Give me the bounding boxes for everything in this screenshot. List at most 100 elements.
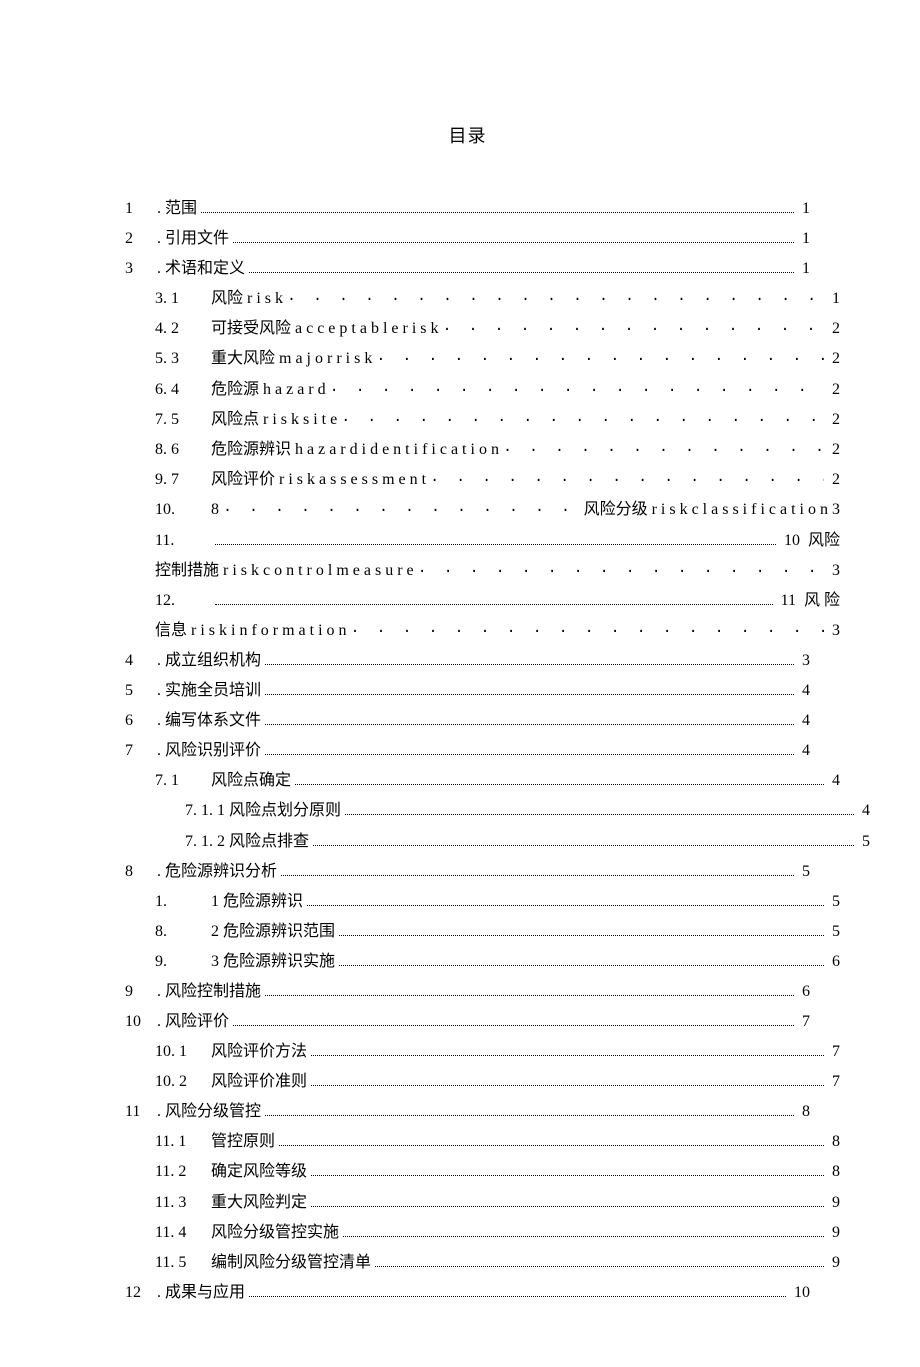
toc-page-number: 9 [828,1188,840,1218]
toc-page-number: 1 [828,284,840,314]
toc-entry: 8. 危险源辨识分析5 [125,857,810,887]
toc-label: 风险评价 r i s k a s s e s s m e n t [211,465,426,495]
toc-leader [339,920,824,935]
toc-entry: 1. 范围1 [125,194,810,224]
toc-leader [223,497,580,525]
toc-leader [265,1101,794,1116]
toc-entry: 7. 1. 1 风险点划分原则4 [125,796,870,826]
toc-page-number: 2 [828,405,840,435]
toc-entry: 9. 风险控制措施 6 [125,977,810,1007]
toc-label: 管控原则 [211,1127,275,1157]
toc-number: 7. 5 [155,405,211,435]
toc-label: . 实施全员培训 [157,676,261,706]
toc-entry: 11. 4风险分级管控实施9 [125,1218,840,1248]
toc-label-prefix: 8 [211,495,219,525]
toc-label: . 风险控制措施 [157,977,261,1007]
toc-page-number: 4 [798,736,810,766]
toc-number: 9 [125,977,157,1007]
toc-entry: 10.8风险分级 r i s k c l a s s i f i c a t i… [125,495,840,525]
toc-page-number: 3 [798,646,810,676]
toc-label: 风险评价准则 [211,1067,307,1097]
toc-entry: 7. 1. 2 风险点排查5 [125,827,870,857]
toc-leader [287,286,824,314]
toc-entry: 2. 引用文件1 [125,224,810,254]
toc-entry: 10 . 风险评价7 [125,1007,810,1037]
toc-entry: 8. 6危险源辨识 h a z a r d i d e n t i f i c … [125,435,840,465]
toc-leader [265,650,794,665]
toc-label: 7. 1. 1 风险点划分原则 [185,796,341,826]
toc-label: 确定风险等级 [211,1157,307,1187]
toc-entry: 6. 4危险源 h a z a r d2 [125,375,840,405]
toc-leader [311,1041,824,1056]
toc-leader [201,197,794,212]
toc-leader [265,740,794,755]
toc-entry: 11. 10风险 [125,526,840,556]
toc-page-number: 10 [790,1278,810,1308]
toc-page-number: 9 [828,1248,840,1278]
toc-entry: 1.1 危险源辨识5 [125,887,840,917]
toc-entry: 6. 编写体系文件4 [125,706,810,736]
toc-entry: 12 . 成果与应用10 [125,1278,810,1308]
toc-page-number: 11 [777,586,796,616]
toc-leader [313,830,854,845]
toc-entry: 11. 5编制风险分级管控清单9 [125,1248,840,1278]
toc-label: 编制风险分级管控清单 [211,1248,371,1278]
toc-number: 11. 2 [155,1157,211,1187]
toc-continuation: 控制措施 r i s k c o n t r o l m e a s u r e… [125,556,840,586]
toc-leader [311,1161,824,1176]
toc-leader [249,1281,786,1296]
toc-number: 11. 1 [155,1127,211,1157]
toc-leader [330,377,824,405]
toc-number: 8. 6 [155,435,211,465]
toc-number: 7 [125,736,157,766]
toc-leader [443,316,824,344]
toc-label: 风险 r i s k [211,284,283,314]
toc-leader [341,407,824,435]
toc-number: 8. [155,917,211,947]
toc-number: 11. [155,526,211,556]
toc-label: 风险分级 r i s k c l a s s i f i c a t i o n… [584,495,840,525]
toc-leader [351,618,824,646]
toc-number: 3 [125,254,157,284]
toc-page-number: 7 [828,1067,840,1097]
toc-page-number: 6 [828,947,840,977]
toc-label: 1 危险源辨识 [211,887,303,917]
toc-entry: 5. 实施全员培训4 [125,676,810,706]
toc-leader [311,1071,824,1086]
toc-label: . 编写体系文件 [157,706,261,736]
toc-leader [430,467,824,495]
toc-label: . 术语和定义 [157,254,245,284]
toc-entry: 4. 2可接受风险 a c c e p t a b l e r i s k2 [125,314,840,344]
toc-trail: 风险 [800,526,840,556]
toc-label: 风险分级管控实施 [211,1218,339,1248]
toc-number: 8 [125,857,157,887]
toc-entry: 11. 3重大风险判定9 [125,1188,840,1218]
toc-entry: 9.3 危险源辨识实施6 [125,947,840,977]
toc-label: . 风险识别评价 [157,736,261,766]
table-of-contents: 1. 范围12. 引用文件13. 术语和定义13. 1风险 r i s k14.… [125,194,810,1308]
toc-number: 6. 4 [155,375,211,405]
toc-leader [311,1191,824,1206]
toc-leader [281,860,794,875]
toc-label: 风险点 r i s k s i t e [211,405,337,435]
toc-page-number: 5 [828,887,840,917]
toc-label: 控制措施 r i s k c o n t r o l m e a s u r e [155,556,414,586]
toc-page-number: 7 [828,1037,840,1067]
toc-number: 10 [125,1007,157,1037]
toc-leader [215,589,773,604]
toc-page-number: 9 [828,1218,840,1248]
toc-number: 3. 1 [155,284,211,314]
toc-page-number: 6 [798,977,810,1007]
toc-leader [343,1221,824,1236]
toc-page-number: 2 [828,314,840,344]
toc-entry: 7. 1风险点确定4 [125,766,840,796]
toc-leader [295,770,824,785]
toc-page-number: 4 [828,766,840,796]
toc-entry: 10. 1风险评价方法7 [125,1037,840,1067]
toc-page-number: 10 [780,526,800,556]
toc-entry: 7. 风险识别评价 4 [125,736,810,766]
toc-page-number: 2 [828,435,840,465]
toc-label: . 范围 [157,194,197,224]
toc-leader [375,1251,824,1266]
toc-label: 可接受风险 a c c e p t a b l e r i s k [211,314,439,344]
